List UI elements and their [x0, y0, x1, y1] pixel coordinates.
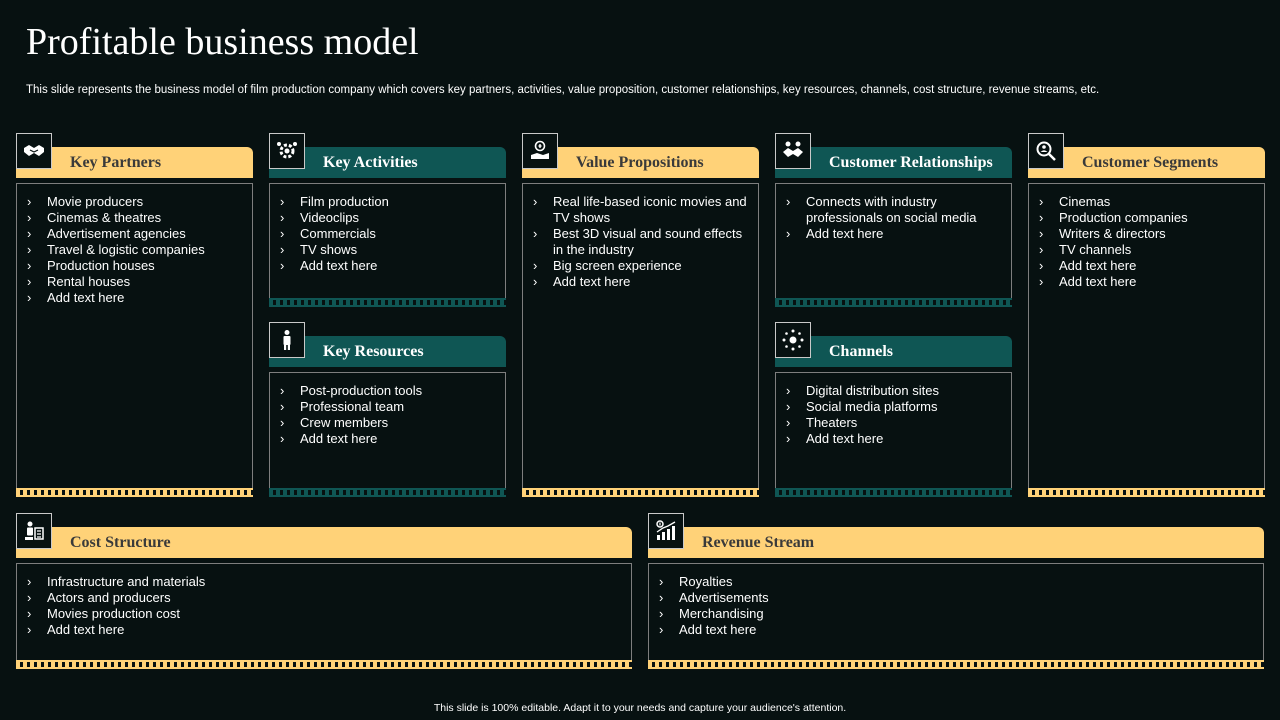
- customer-segments-block: Customer Segments Cinemas Production com…: [1028, 133, 1265, 497]
- film-strip: [1028, 488, 1265, 497]
- cost-structure-block: Cost Structure Infrastructure and materi…: [16, 513, 632, 669]
- list-item: Cinemas & theatres: [27, 210, 244, 226]
- handshake-icon: [16, 133, 52, 169]
- list-item: Add text here: [27, 290, 244, 306]
- film-strip: [16, 488, 253, 497]
- film-strip: [775, 488, 1012, 497]
- list-item: Advertisement agencies: [27, 226, 244, 242]
- list-item: Cinemas: [1039, 194, 1256, 210]
- revenue-stream-block: Revenue Stream Royalties Advertisements …: [648, 513, 1264, 669]
- list-item: Best 3D visual and sound effects in the …: [533, 226, 750, 258]
- list-item: Post-production tools: [280, 383, 497, 399]
- slide-subtitle: This slide represents the business model…: [26, 84, 1100, 96]
- film-strip: [522, 488, 759, 497]
- list-item: Film production: [280, 194, 497, 210]
- slide-title: Profitable business model: [26, 21, 419, 63]
- list-item: Infrastructure and materials: [27, 574, 623, 590]
- key-activities-body: Film production Videoclips Commercials T…: [269, 183, 506, 307]
- list-item: Production houses: [27, 258, 244, 274]
- slide-footer: This slide is 100% editable. Adapt it to…: [433, 702, 847, 714]
- list-item: Big screen experience: [533, 258, 750, 274]
- value-hand-icon: [522, 133, 558, 169]
- list-item: Merchandising: [659, 606, 1255, 622]
- value-propositions-body: Real life-based iconic movies and TV sho…: [522, 183, 759, 497]
- revenue-stream-header: Revenue Stream: [648, 527, 1264, 558]
- list-item: Advertisements: [659, 590, 1255, 606]
- film-strip: [269, 298, 506, 307]
- channels-block: Channels Digital distribution sites Soci…: [775, 322, 1012, 497]
- key-resources-body: Post-production tools Professional team …: [269, 372, 506, 497]
- list-item: Connects with industry professionals on …: [786, 194, 1003, 226]
- customer-segments-body: Cinemas Production companies Writers & d…: [1028, 183, 1265, 497]
- channels-body: Digital distribution sites Social media …: [775, 372, 1012, 497]
- key-partners-block: Key Partners Movie producers Cinemas & t…: [16, 133, 253, 497]
- list-item: Writers & directors: [1039, 226, 1256, 242]
- list-item: Movies production cost: [27, 606, 623, 622]
- list-item: Crew members: [280, 415, 497, 431]
- film-strip: [648, 660, 1264, 669]
- value-propositions-block: Value Propositions Real life-based iconi…: [522, 133, 759, 497]
- list-item: TV channels: [1039, 242, 1256, 258]
- key-activities-block: Key Activities Film production Videoclip…: [269, 133, 506, 307]
- list-item: Add text here: [1039, 258, 1256, 274]
- list-item: Actors and producers: [27, 590, 623, 606]
- film-strip: [775, 298, 1012, 307]
- handshake-people-icon: [775, 133, 811, 169]
- list-item: Add text here: [659, 622, 1255, 638]
- gear-people-icon: [269, 133, 305, 169]
- cost-structure-body: Infrastructure and materials Actors and …: [16, 563, 632, 669]
- list-item: Add text here: [280, 431, 497, 447]
- list-item: Commercials: [280, 226, 497, 242]
- list-item: Production companies: [1039, 210, 1256, 226]
- key-resources-block: Key Resources Post-production tools Prof…: [269, 322, 506, 497]
- list-item: TV shows: [280, 242, 497, 258]
- revenue-stream-body: Royalties Advertisements Merchandising A…: [648, 563, 1264, 669]
- list-item: Add text here: [280, 258, 497, 274]
- list-item: Add text here: [786, 431, 1003, 447]
- list-item: Add text here: [786, 226, 1003, 242]
- film-strip: [16, 660, 632, 669]
- customer-relationships-body: Connects with industry professionals on …: [775, 183, 1012, 307]
- network-icon: [775, 322, 811, 358]
- film-strip: [269, 488, 506, 497]
- list-item: Professional team: [280, 399, 497, 415]
- list-item: Travel & logistic companies: [27, 242, 244, 258]
- key-partners-body: Movie producers Cinemas & theatres Adver…: [16, 183, 253, 497]
- list-item: Add text here: [533, 274, 750, 290]
- list-item: Social media platforms: [786, 399, 1003, 415]
- list-item: Royalties: [659, 574, 1255, 590]
- cost-icon: [16, 513, 52, 549]
- cost-structure-header: Cost Structure: [16, 527, 632, 558]
- magnifier-people-icon: [1028, 133, 1064, 169]
- customer-relationships-block: Customer Relationships Connects with ind…: [775, 133, 1012, 307]
- list-item: Theaters: [786, 415, 1003, 431]
- list-item: Add text here: [1039, 274, 1256, 290]
- list-item: Rental houses: [27, 274, 244, 290]
- person-icon: [269, 322, 305, 358]
- list-item: Digital distribution sites: [786, 383, 1003, 399]
- list-item: Videoclips: [280, 210, 497, 226]
- list-item: Movie producers: [27, 194, 244, 210]
- list-item: Real life-based iconic movies and TV sho…: [533, 194, 750, 226]
- revenue-chart-icon: [648, 513, 684, 549]
- list-item: Add text here: [27, 622, 623, 638]
